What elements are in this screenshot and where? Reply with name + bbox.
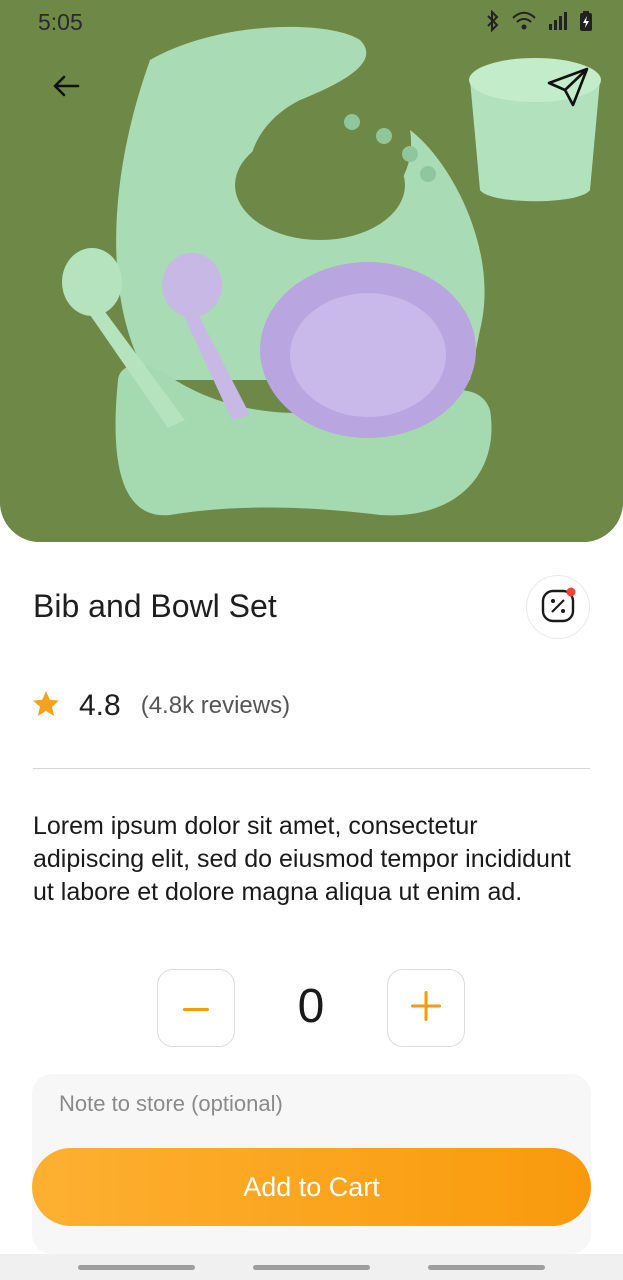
status-bar: 5:05 <box>0 0 623 44</box>
nav-back[interactable] <box>428 1265 545 1270</box>
product-image <box>0 0 623 542</box>
rating-row: 4.8 (4.8k reviews) <box>31 686 290 726</box>
product-title: Bib and Bowl Set <box>33 588 277 624</box>
star-icon <box>31 689 61 724</box>
quantity-value: 0 <box>297 980 325 1033</box>
plus-icon <box>411 990 441 1026</box>
arrow-left-icon <box>52 74 80 103</box>
note-to-store-input[interactable] <box>32 1080 591 1128</box>
bib-bowl-illustration <box>0 0 623 542</box>
decrease-quantity-button[interactable] <box>157 969 235 1047</box>
wifi-icon <box>511 10 537 37</box>
nav-recents[interactable] <box>78 1265 195 1270</box>
bluetooth-icon <box>485 9 501 37</box>
add-to-cart-button[interactable]: Add to Cart <box>32 1148 591 1226</box>
share-button[interactable] <box>540 64 596 114</box>
signal-icon <box>547 10 569 37</box>
discount-button[interactable] <box>526 575 590 639</box>
navigation-bar <box>0 1254 623 1280</box>
divider <box>33 768 590 769</box>
review-count[interactable]: (4.8k reviews) <box>141 692 290 720</box>
status-icons <box>485 9 593 37</box>
back-button[interactable] <box>40 66 92 110</box>
increase-quantity-button[interactable] <box>387 969 465 1047</box>
battery-icon <box>579 10 593 37</box>
rating-value: 4.8 <box>79 689 121 722</box>
product-description: Lorem ipsum dolor sit amet, consectetur … <box>33 812 571 906</box>
nav-home[interactable] <box>253 1265 370 1270</box>
send-icon <box>546 66 590 113</box>
discount-icon <box>539 586 577 629</box>
minus-icon <box>183 999 209 1017</box>
status-time: 5:05 <box>38 9 83 35</box>
